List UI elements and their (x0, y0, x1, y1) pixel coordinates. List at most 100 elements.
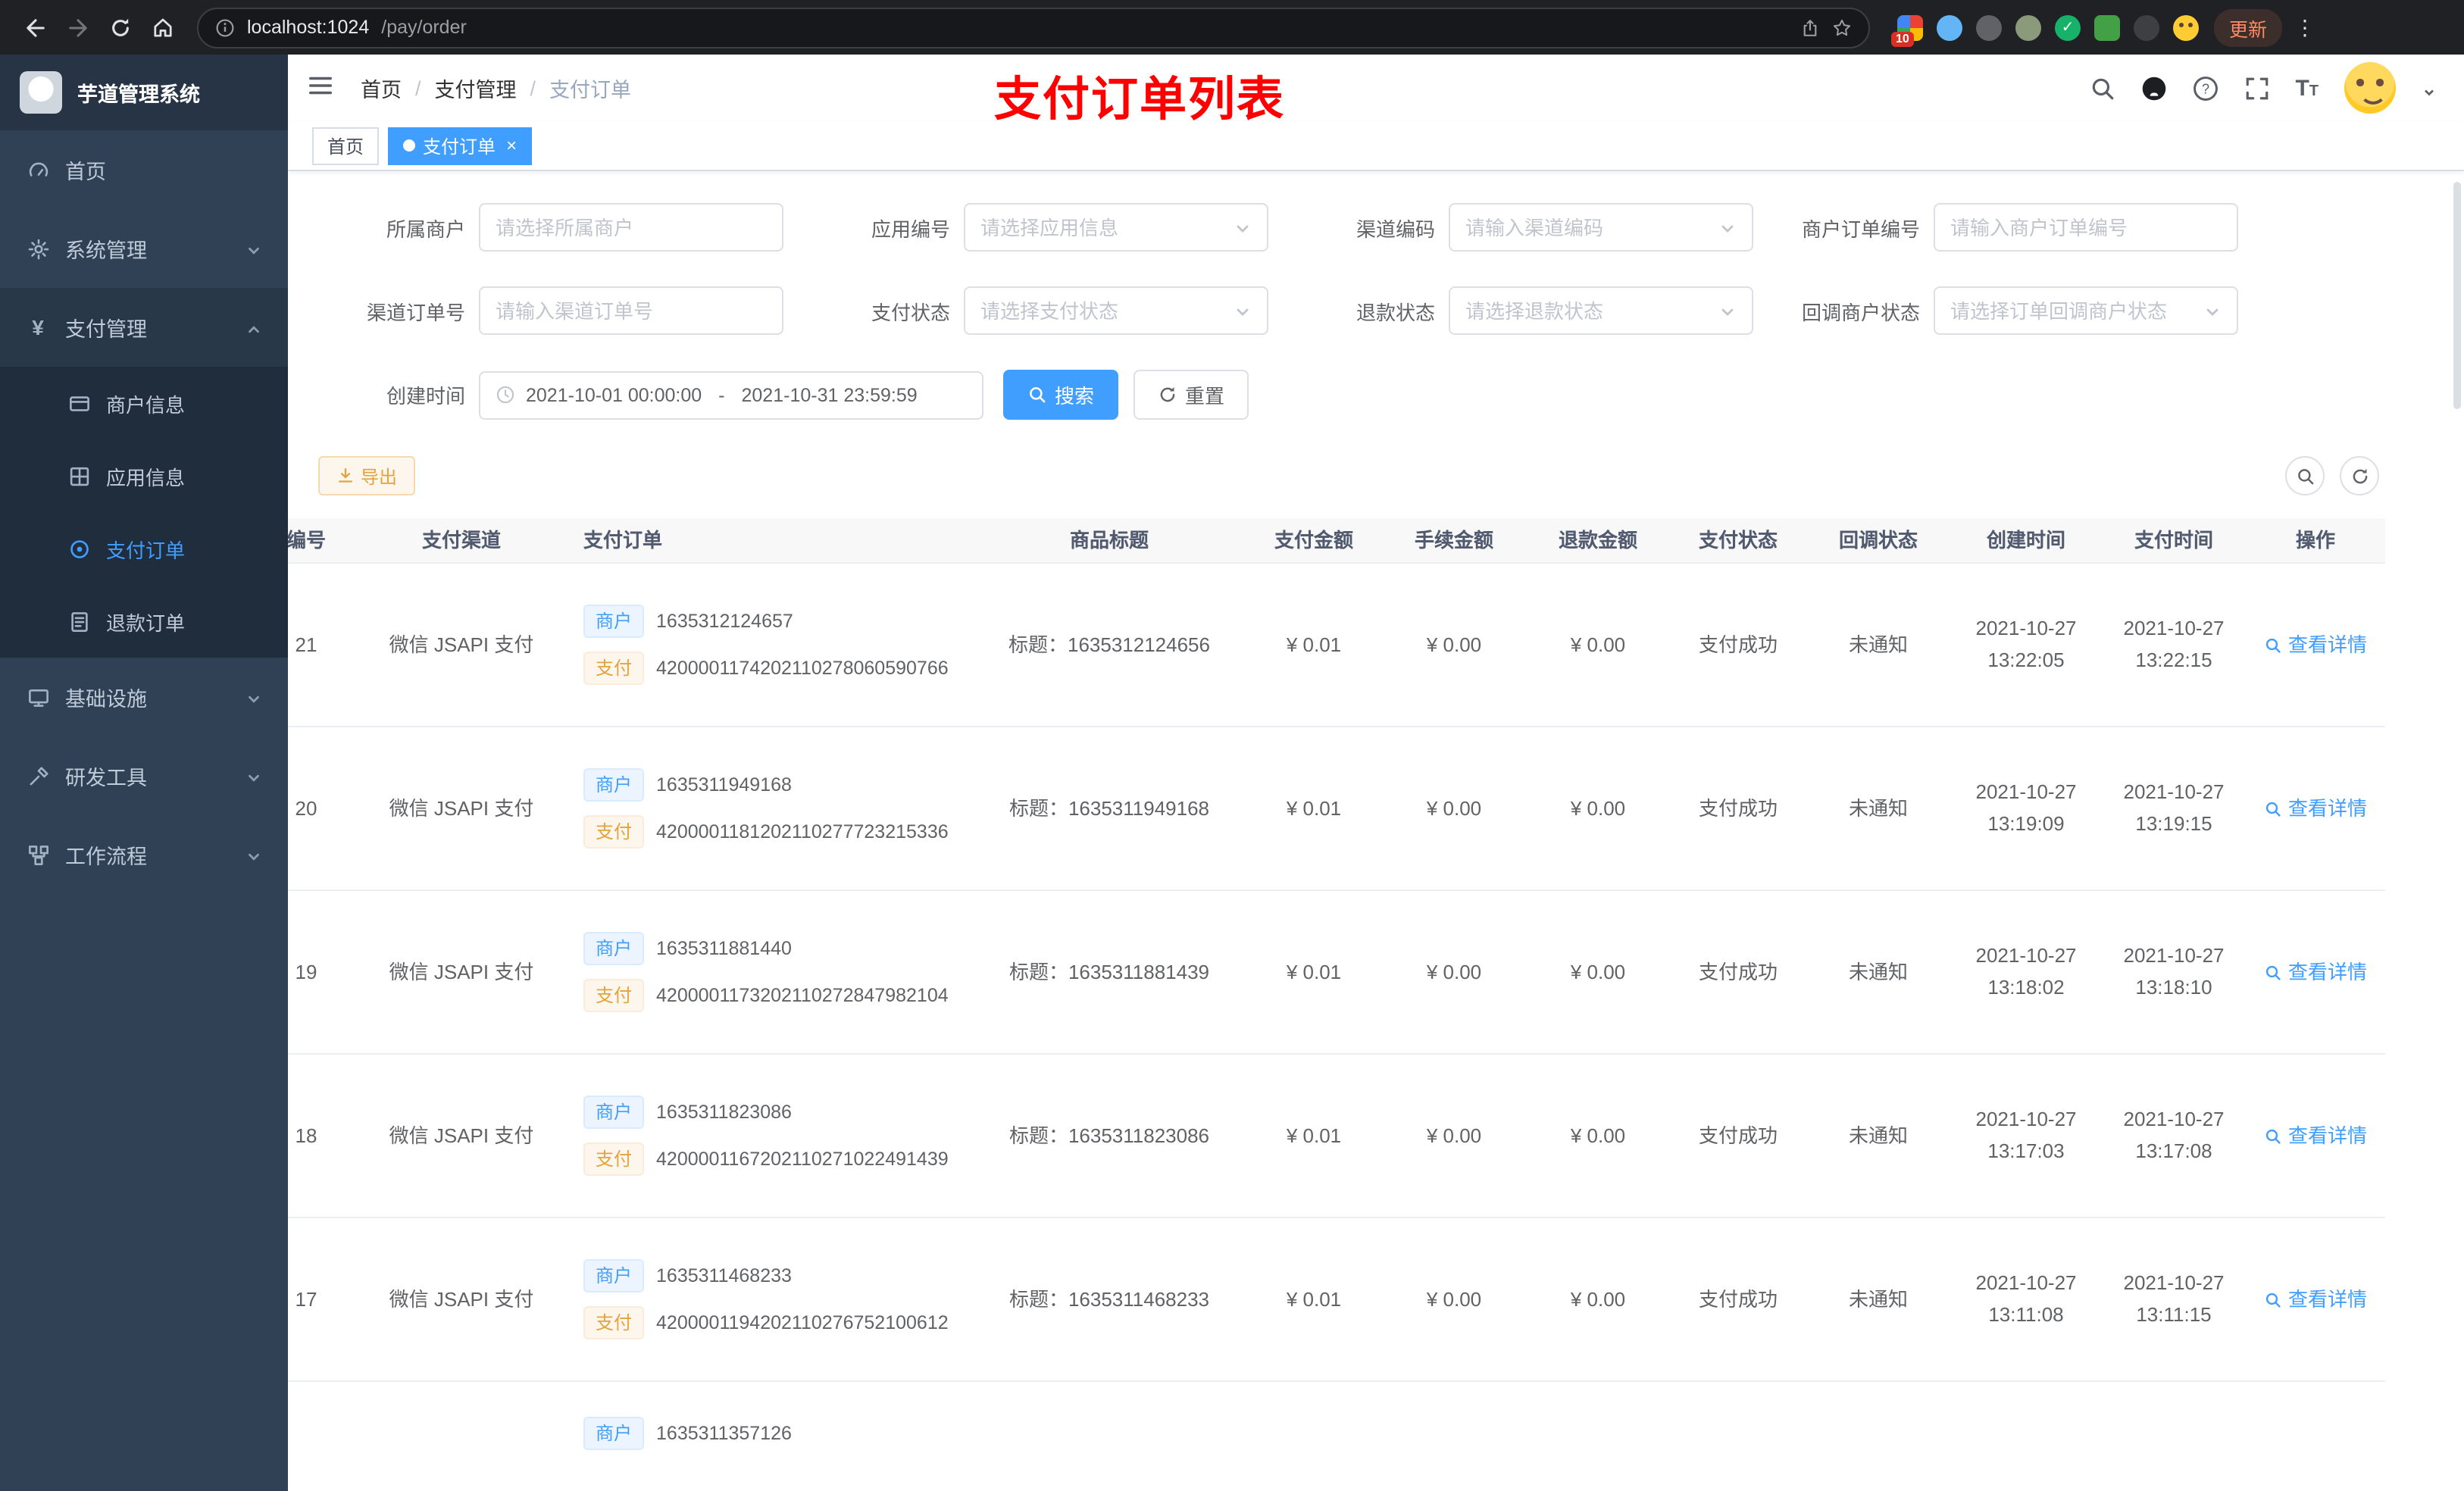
browser-menu-icon[interactable]: ⋮ (2285, 14, 2325, 40)
channel-order-no-input[interactable] (496, 299, 767, 322)
merchant-order-no: 1635311357126 (656, 1422, 792, 1444)
view-detail-link[interactable]: 查看详情 (2264, 630, 2367, 660)
cell-pay-time: 2021-10-27 13:18:10 (2123, 943, 2225, 998)
view-detail-link[interactable]: 查看详情 (2264, 958, 2367, 987)
extension-icon-6[interactable] (2094, 14, 2120, 40)
sidebar-item-payment[interactable]: ¥ 支付管理 (0, 288, 288, 367)
notify-status-select[interactable] (1950, 299, 2194, 322)
back-button[interactable] (15, 8, 55, 47)
tag-home[interactable]: 首页 (312, 127, 380, 164)
search-icon[interactable] (2089, 75, 2115, 101)
close-icon[interactable]: × (506, 136, 517, 155)
pay-tag: 支付 (583, 815, 645, 849)
extension-badge: 10 (1891, 31, 1914, 46)
cell-title: 标题：1635311949168 (1008, 796, 1210, 820)
refund-status-select[interactable] (1465, 299, 1709, 322)
app-select[interactable] (980, 216, 1224, 239)
sidebar-item-infrastructure[interactable]: 基础设施 (0, 658, 288, 736)
breadcrumb-item-home[interactable]: 首页 (361, 73, 402, 103)
extension-icon-4[interactable] (2015, 14, 2041, 40)
pay-tag: 支付 (583, 1142, 645, 1176)
table-row: 17 微信 JSAPI 支付 商户 1635311468233 支付 4200001… (288, 1218, 2385, 1382)
chevron-down-icon (1718, 218, 1737, 236)
avatar-caret-icon[interactable] (2422, 80, 2437, 96)
cell-pay-time: 2021-10-27 13:19:15 (2123, 780, 2225, 834)
merchant-tag: 商户 (583, 605, 645, 638)
search-toggle-button[interactable] (2285, 456, 2325, 495)
col-id: 编号 (288, 528, 326, 552)
cell-pay-order: 商户 1635312124657 支付 4200001174202110278060… (556, 605, 973, 685)
merchant-input[interactable] (496, 216, 767, 239)
reset-button[interactable]: 重置 (1134, 370, 1249, 420)
cell-amount: ¥ 0.01 (1286, 1124, 1342, 1147)
scrollbar-thumb[interactable] (2453, 182, 2461, 409)
extension-puzzle-icon[interactable]: 10 (1891, 14, 1923, 46)
sidebar-item-dev-tools[interactable]: 研发工具 (0, 736, 288, 815)
channel-code-select[interactable] (1465, 216, 1709, 239)
update-button[interactable]: 更新 (2214, 8, 2283, 46)
view-detail-link[interactable]: 查看详情 (2264, 794, 2367, 824)
info-icon[interactable] (215, 17, 235, 37)
hamburger-icon[interactable] (306, 71, 339, 105)
cell-status: 支付成功 (1698, 1287, 1778, 1311)
tag-pay-order[interactable]: 支付订单 × (388, 127, 533, 164)
date-end: 2021-10-31 23:59:59 (741, 384, 918, 405)
cell-create-time: 2021-10-27 13:19:09 (1975, 780, 2077, 834)
search-button[interactable]: 搜索 (1003, 370, 1119, 420)
cell-status: 支付成功 (1698, 796, 1778, 820)
home-button[interactable] (142, 8, 182, 47)
filter-field-pay-status: 支付状态 (803, 286, 1268, 335)
extension-icon-2[interactable] (1937, 14, 1962, 40)
logo: 芋道管理系统 (0, 55, 288, 130)
col-status: 支付状态 (1698, 528, 1778, 552)
sidebar-item-merchant-info[interactable]: 商户信息 (0, 367, 288, 439)
help-icon[interactable]: ? (2192, 75, 2218, 101)
cell-fee: ¥ 0.00 (1426, 796, 1482, 820)
search-icon (2297, 468, 2313, 484)
url-bar[interactable]: localhost:1024/pay/order (197, 7, 1870, 48)
merchant-order-no: 1635311823086 (656, 1101, 792, 1123)
logo-avatar (20, 71, 62, 114)
sidebar-item-workflow[interactable]: 工作流程 (0, 815, 288, 894)
export-button[interactable]: 导出 (318, 456, 416, 495)
cell-refund: ¥ 0.00 (1570, 796, 1626, 820)
view-detail-link[interactable]: 查看详情 (2264, 1285, 2367, 1314)
view-detail-link[interactable]: 查看详情 (2264, 1121, 2367, 1151)
sidebar-item-app-info[interactable]: 应用信息 (0, 439, 288, 512)
font-size-icon[interactable]: TT (2295, 77, 2319, 99)
forward-button[interactable] (58, 8, 97, 47)
fullscreen-icon[interactable] (2244, 75, 2269, 101)
bookmark-star-icon[interactable] (1832, 17, 1852, 37)
reload-button[interactable] (100, 8, 139, 47)
breadcrumb-separator: / (530, 77, 536, 99)
sidebar-item-refund-order[interactable]: 退款订单 (0, 585, 288, 658)
merchant-order-no-input[interactable] (1950, 216, 2222, 239)
filter-row-3: 创建时间 2021-10-01 00:00:00 - 2021-10-31 23… (318, 370, 2464, 420)
sidebar-item-system[interactable]: 系统管理 (0, 209, 288, 288)
chevron-down-icon (1234, 302, 1252, 320)
sidebar-item-home[interactable]: 首页 (0, 130, 288, 209)
tool-icon (26, 764, 50, 788)
col-title: 商品标题 (1069, 528, 1149, 552)
share-icon[interactable] (1800, 17, 1820, 37)
extension-emoji-icon[interactable] (2173, 14, 2199, 40)
extension-icon-3[interactable] (1976, 14, 2002, 40)
table-header: 编号 支付渠道 支付订单 商品标题 支付金额 手续金额 退款金额 支付状态 回调… (288, 518, 2385, 564)
avatar[interactable] (2344, 62, 2396, 114)
refresh-button[interactable] (2340, 456, 2379, 495)
cell-refund: ¥ 0.00 (1570, 1124, 1626, 1147)
sidebar-item-pay-order[interactable]: 支付订单 (0, 512, 288, 585)
github-icon[interactable] (2140, 75, 2166, 101)
channel-pay-no: 4200001181202110277723215336 (656, 821, 949, 842)
table-row: 21 微信 JSAPI 支付 商户 1635312124657 支付 4200001… (288, 564, 2385, 727)
cell-notify: 未通知 (1848, 1124, 1908, 1147)
date-range-input[interactable]: 2021-10-01 00:00:00 - 2021-10-31 23:59:5… (479, 370, 983, 419)
breadcrumb-item-payment[interactable]: 支付管理 (435, 73, 517, 103)
pay-status-select[interactable] (980, 299, 1224, 322)
pay-tag: 支付 (583, 652, 645, 685)
extension-icon-7[interactable] (2134, 14, 2159, 40)
chevron-down-icon (245, 689, 262, 705)
cell-actions: 查看详情 (2246, 958, 2385, 987)
extension-check-icon[interactable]: ✓ (2055, 14, 2081, 40)
cell-create-time: 2021-10-27 13:18:02 (1975, 943, 2077, 998)
